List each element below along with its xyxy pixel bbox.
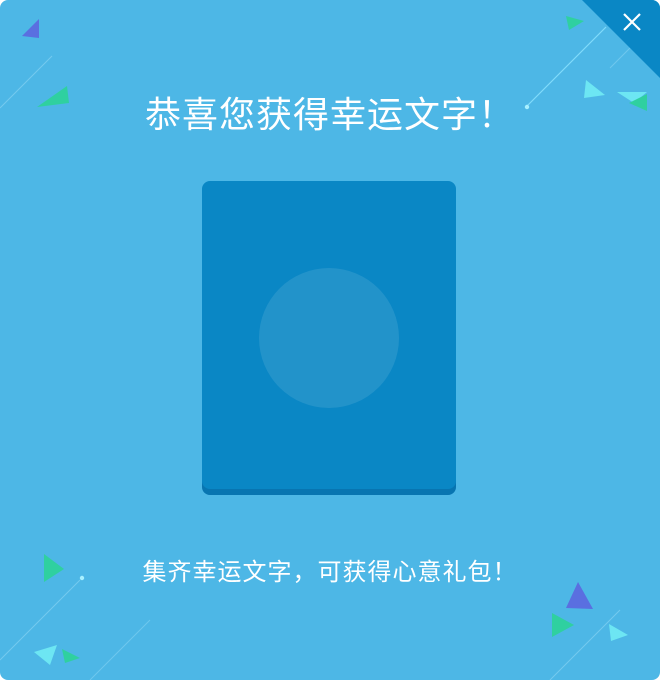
close-icon: [623, 13, 641, 31]
card-circle: [259, 268, 399, 408]
decor-triangle: [22, 19, 39, 38]
dialog-subtitle: 集齐幸运文字，可获得心意礼包！: [142, 558, 518, 586]
lucky-word-card[interactable]: [202, 181, 456, 495]
decor-line: [89, 619, 151, 680]
decor-triangle: [62, 649, 80, 663]
dialog-title: 恭喜您获得幸运文字！: [144, 95, 515, 136]
decor-triangle: [34, 645, 57, 665]
decor-line: [549, 609, 621, 680]
decor-triangle: [552, 613, 574, 637]
decor-triangle: [609, 624, 628, 641]
decor-line: [0, 579, 81, 661]
lucky-word-dialog: 恭喜您获得幸运文字！ 集齐幸运文字，可获得心意礼包！: [0, 0, 660, 680]
close-button[interactable]: [612, 8, 652, 48]
